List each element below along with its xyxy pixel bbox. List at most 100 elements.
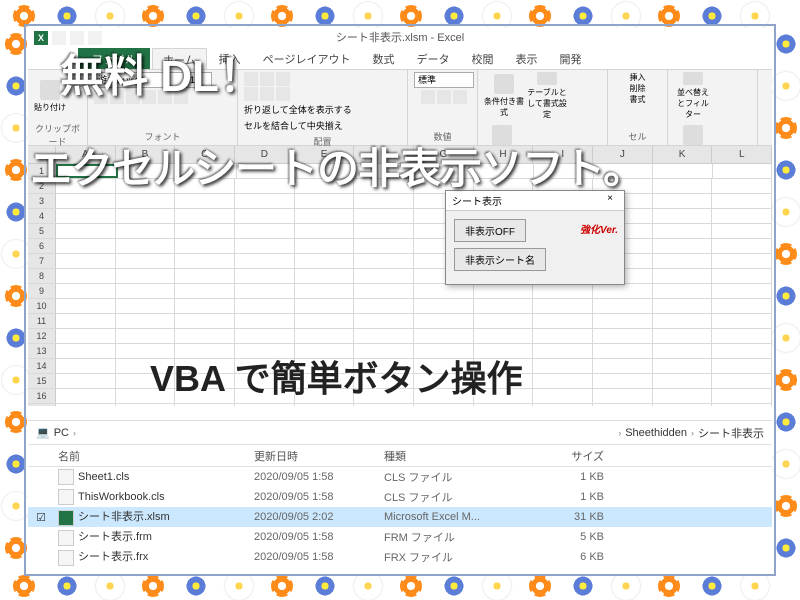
cell[interactable] (414, 284, 474, 298)
cell[interactable] (56, 329, 116, 343)
sort-filter-button[interactable]: 並べ替えとフィルター (674, 72, 712, 120)
cell[interactable] (712, 284, 772, 298)
cell[interactable] (235, 254, 295, 268)
tab-formulas[interactable]: 数式 (362, 48, 404, 69)
cell[interactable] (175, 224, 235, 238)
cell[interactable] (712, 359, 772, 373)
cell[interactable] (414, 404, 474, 406)
cell[interactable] (533, 359, 593, 373)
cell[interactable] (533, 389, 593, 403)
cell[interactable] (653, 164, 712, 178)
row-header[interactable]: 15 (28, 374, 56, 388)
cell[interactable] (295, 329, 355, 343)
cell[interactable] (116, 329, 176, 343)
cell[interactable] (116, 314, 176, 328)
cell[interactable] (653, 194, 713, 208)
cell[interactable] (653, 404, 713, 406)
cell[interactable] (235, 269, 295, 283)
cell[interactable] (593, 329, 653, 343)
cell[interactable] (354, 254, 414, 268)
cell[interactable] (712, 299, 772, 313)
percent-icon[interactable] (437, 90, 451, 104)
cell[interactable] (295, 269, 355, 283)
cell[interactable] (175, 284, 235, 298)
tab-data[interactable]: データ (406, 48, 459, 69)
cell[interactable] (474, 314, 534, 328)
row-header[interactable]: 9 (28, 284, 56, 298)
cell[interactable] (56, 374, 116, 388)
cell[interactable] (712, 194, 772, 208)
wrap-text-button[interactable]: 折り返して全体を表示する (244, 102, 352, 117)
file-row[interactable]: ☑ シート非表示.xlsm 2020/09/05 2:02 Microsoft … (28, 507, 772, 527)
cell[interactable] (116, 224, 176, 238)
cell[interactable] (593, 374, 653, 388)
cell[interactable] (295, 194, 355, 208)
cell[interactable] (175, 299, 235, 313)
cell[interactable] (593, 284, 653, 298)
cell[interactable] (533, 344, 593, 358)
tab-view[interactable]: 表示 (505, 48, 547, 69)
cell[interactable] (56, 359, 116, 373)
cell[interactable] (175, 209, 235, 223)
cell[interactable] (116, 284, 176, 298)
align-right-icon[interactable] (276, 87, 290, 101)
cell[interactable] (533, 404, 593, 406)
insert-button[interactable]: 挿入 (630, 72, 646, 83)
checkbox[interactable]: ☑ (28, 511, 54, 524)
cell[interactable] (712, 254, 772, 268)
cell[interactable] (116, 209, 176, 223)
bc-root[interactable]: PC (54, 427, 69, 439)
cell[interactable] (533, 374, 593, 388)
cell[interactable] (653, 254, 713, 268)
cell[interactable] (593, 404, 653, 406)
cell[interactable] (653, 329, 713, 343)
row-header[interactable]: 10 (28, 299, 56, 313)
row-header[interactable]: 17 (28, 404, 56, 406)
cell[interactable] (653, 239, 713, 253)
cell[interactable] (116, 299, 176, 313)
format-table-button[interactable]: テーブルとして書式設定 (527, 72, 567, 120)
cell[interactable] (712, 314, 772, 328)
cell[interactable] (653, 389, 713, 403)
cell[interactable] (295, 314, 355, 328)
cell[interactable] (56, 299, 116, 313)
cell[interactable] (235, 224, 295, 238)
cell[interactable] (295, 254, 355, 268)
cell[interactable] (295, 404, 355, 406)
cell[interactable] (653, 284, 713, 298)
cell[interactable] (712, 329, 772, 343)
cell[interactable] (354, 209, 414, 223)
cell[interactable] (712, 179, 772, 193)
merge-center-button[interactable]: セルを結合して中央揃え (244, 118, 343, 133)
cell[interactable] (235, 329, 295, 343)
cell[interactable] (235, 194, 295, 208)
cell[interactable] (712, 344, 772, 358)
cell[interactable] (593, 344, 653, 358)
cell[interactable] (354, 329, 414, 343)
cell[interactable] (653, 299, 713, 313)
cell[interactable] (593, 359, 653, 373)
align-bot-icon[interactable] (276, 72, 290, 86)
cell[interactable] (175, 314, 235, 328)
cell[interactable] (56, 209, 116, 223)
column-header[interactable]: K (653, 146, 713, 163)
cell[interactable] (474, 284, 534, 298)
cell[interactable] (712, 239, 772, 253)
row-header[interactable]: 11 (28, 314, 56, 328)
row-header[interactable]: 6 (28, 239, 56, 253)
cell[interactable] (116, 239, 176, 253)
row-header[interactable]: 3 (28, 194, 56, 208)
cell[interactable] (593, 389, 653, 403)
cell[interactable] (653, 314, 713, 328)
number-format-select[interactable]: 標準 (414, 72, 474, 88)
cell[interactable] (235, 239, 295, 253)
cell[interactable] (653, 374, 713, 388)
cell[interactable] (653, 359, 713, 373)
cell[interactable] (533, 284, 593, 298)
cell[interactable] (653, 344, 713, 358)
cell[interactable] (593, 314, 653, 328)
cond-format-button[interactable]: 条件付き書式 (484, 72, 524, 120)
bc-mid[interactable]: Sheethidden (625, 427, 687, 439)
cell[interactable] (354, 239, 414, 253)
cell[interactable] (354, 404, 414, 406)
